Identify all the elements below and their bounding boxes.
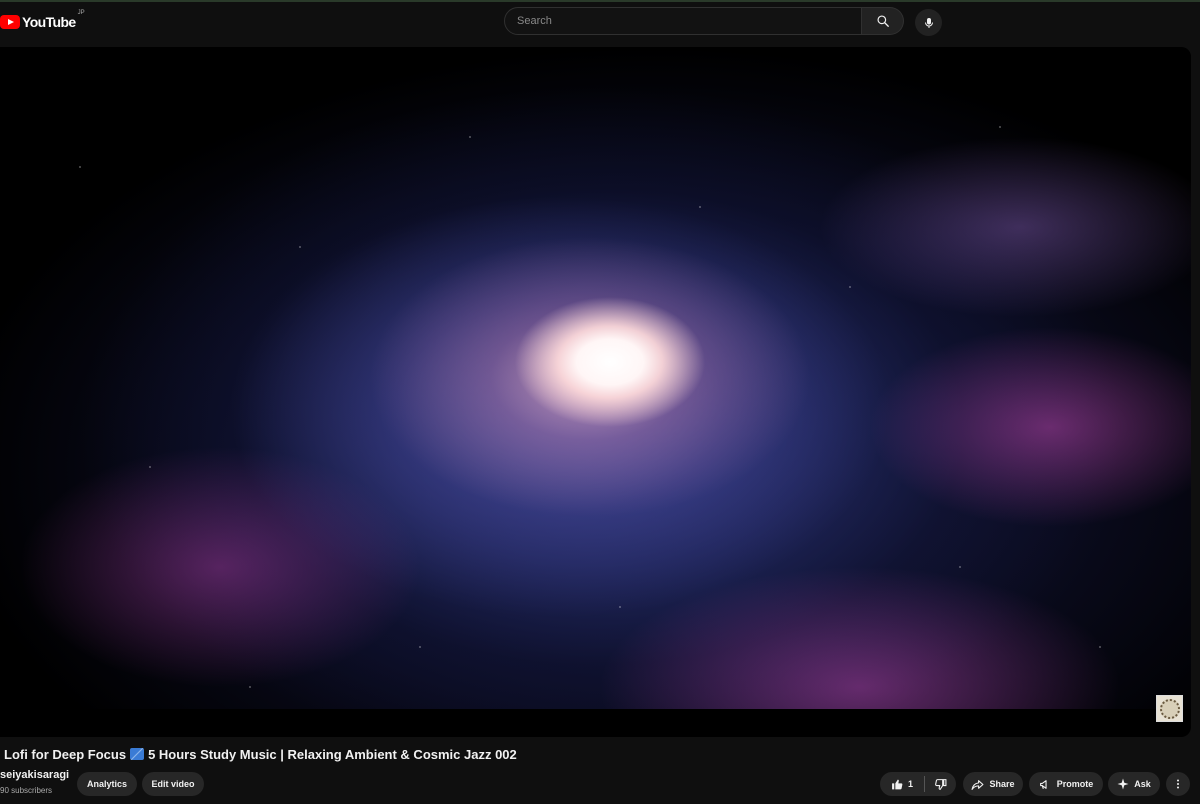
search-icon (876, 15, 889, 27)
search-box[interactable] (504, 7, 862, 35)
like-count: 1 (907, 779, 913, 789)
sparkle-icon (1117, 778, 1129, 790)
search-input[interactable] (517, 15, 861, 27)
watermark-seal-icon (1159, 698, 1180, 719)
star-field (0, 47, 1191, 709)
promote-icon (1039, 779, 1047, 789)
like-icon (892, 779, 903, 789)
youtube-logo-icon (0, 15, 20, 29)
video-player[interactable] (0, 47, 1191, 737)
more-actions-button[interactable] (1166, 772, 1190, 796)
youtube-logo[interactable]: YouTube JP (0, 10, 85, 32)
channel-name[interactable]: seiyakisaragi (0, 769, 69, 781)
dislike-button[interactable] (925, 772, 956, 796)
analytics-button[interactable]: Analytics (77, 772, 137, 796)
edit-video-button[interactable]: Edit video (142, 772, 204, 796)
like-dislike-group: 1 (880, 772, 956, 796)
logo-region: JP (77, 10, 85, 16)
voice-search-button[interactable] (915, 9, 942, 36)
share-icon (972, 779, 984, 790)
shooting-star-icon (130, 748, 145, 760)
ask-label: Ask (1134, 779, 1151, 789)
subscriber-count: 90 subscribers (0, 786, 53, 795)
dislike-icon (935, 778, 947, 790)
logo-text: YouTube (22, 14, 76, 30)
promote-label: Promote (1056, 779, 1094, 789)
masthead: YouTube JP (0, 2, 1200, 44)
more-vert-icon (1177, 779, 1179, 789)
search-button[interactable] (862, 7, 904, 35)
promote-button[interactable]: Promote (1029, 772, 1103, 796)
video-title-suffix: 5 Hours Study Music | Relaxing Ambient &… (148, 747, 517, 762)
channel-watermark[interactable] (1156, 695, 1183, 722)
mic-icon (924, 17, 933, 28)
video-frame-galaxy[interactable] (0, 47, 1191, 709)
video-title: Lofi for Deep Focus 5 Hours Study Music |… (4, 747, 517, 762)
share-button[interactable]: Share (963, 772, 1023, 796)
like-button[interactable]: 1 (880, 772, 924, 796)
ask-button[interactable]: Ask (1108, 772, 1160, 796)
video-title-prefix: Lofi for Deep Focus (4, 747, 127, 762)
search-bar (504, 7, 906, 35)
share-label: Share (989, 779, 1015, 789)
